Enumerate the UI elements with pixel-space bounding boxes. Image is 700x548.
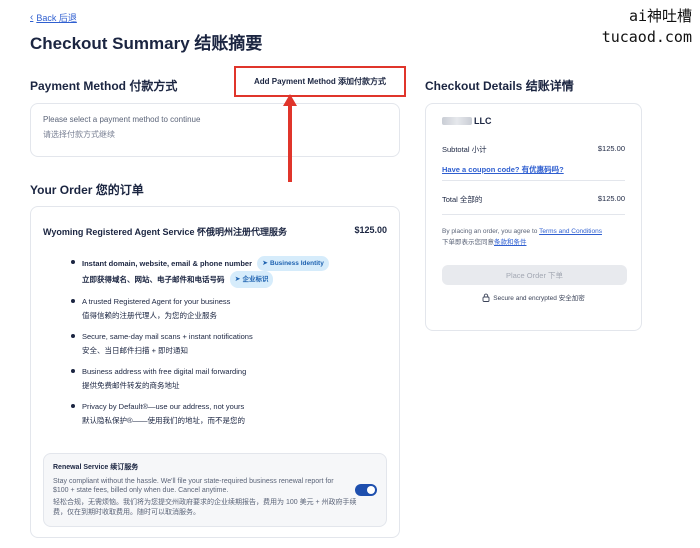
feature-text-zh: 值得信赖的注册代理人，为您的企业服务	[82, 311, 217, 320]
business-identity-badge-zh: ➤ 企业标识	[229, 271, 274, 288]
terms-link-zh[interactable]: 条款和条件	[494, 239, 527, 246]
paper-plane-icon: ➤	[262, 260, 268, 267]
service-price: $125.00	[354, 225, 387, 235]
feature-text-en: Instant domain, website, email & phone n…	[82, 259, 253, 268]
bullet-icon	[71, 334, 75, 338]
total-value: $125.00	[597, 194, 625, 203]
bullet-icon	[71, 260, 75, 264]
feature-list: Instant domain, website, email & phone n…	[71, 256, 387, 428]
payment-prompt-zh: 请选择付款方式继续	[43, 130, 115, 139]
subtotal-value: $125.00	[597, 144, 625, 153]
terms-notice: By placing an order, you agree to Terms …	[442, 228, 602, 246]
back-link-label: Back 后退	[36, 13, 77, 23]
renewal-toggle[interactable]	[355, 484, 377, 496]
paper-plane-icon: ➤	[234, 276, 241, 283]
lock-icon	[482, 293, 490, 302]
feature-text-zh: 立即获得域名、网站、电子邮件和电话号码	[82, 275, 225, 284]
page-title: Checkout Summary 结账摘要	[30, 34, 263, 53]
feature-text-zh: 安全、当日邮件扫描 + 即时通知	[82, 346, 189, 355]
annotation-arrow-icon	[283, 94, 297, 182]
watermark: ai神吐槽 tucaod.com	[602, 6, 692, 48]
renewal-service-box: Renewal Service 续订服务 Stay compliant with…	[43, 453, 387, 527]
feature-item: Instant domain, website, email & phone n…	[71, 256, 387, 288]
total-row: Total 全部的 $125.00	[442, 194, 625, 205]
payment-method-heading: Payment Method 付款方式	[30, 79, 178, 93]
watermark-line-1: ai神吐槽	[628, 7, 692, 25]
total-label: Total 全部的	[442, 195, 483, 204]
service-name: Wyoming Registered Agent Service 怀俄明州注册代…	[43, 227, 288, 237]
feature-text-zh: 默认隐私保护®——使用我们的地址，而不是您的	[82, 416, 246, 425]
feature-text-en: A trusted Registered Agent for your busi…	[82, 297, 231, 306]
secure-label: Secure and encrypted 安全加密	[493, 295, 585, 302]
business-identity-badge: ➤ Business Identity	[257, 256, 329, 271]
add-payment-method-button[interactable]: Add Payment Method 添加付款方式	[234, 66, 406, 97]
checkout-details-heading: Checkout Details 结账详情	[425, 79, 574, 93]
checkout-details-card: LLC Subtotal 小计 $125.00 Have a coupon co…	[425, 103, 642, 331]
feature-text-zh: 提供免费邮件转发的商务地址	[82, 381, 180, 390]
subtotal-label: Subtotal 小计	[442, 145, 487, 154]
order-line: Wyoming Registered Agent Service 怀俄明州注册代…	[43, 225, 387, 238]
bullet-icon	[71, 299, 75, 303]
feature-item: Business address with free digital mail …	[71, 365, 387, 393]
coupon-link[interactable]: Have a coupon code? 有优惠码吗?	[442, 164, 625, 175]
bullet-icon	[71, 369, 75, 373]
payment-prompt-en: Please select a payment method to contin…	[43, 115, 201, 124]
place-order-button[interactable]: Place Order 下单	[442, 265, 627, 285]
company-suffix: LLC	[474, 116, 492, 126]
terms-link[interactable]: Terms and Conditions	[539, 228, 602, 235]
your-order-heading: Your Order 您的订单	[30, 183, 144, 197]
watermark-line-2: tucaod.com	[601, 28, 692, 46]
renewal-description-en: Stay compliant without the hassle. We'll…	[53, 478, 334, 494]
company-name: LLC	[442, 116, 625, 126]
order-card: Wyoming Registered Agent Service 怀俄明州注册代…	[30, 206, 400, 538]
back-link[interactable]: ‹ Back 后退	[30, 11, 77, 24]
feature-text-en: Secure, same-day mail scans + instant no…	[82, 332, 253, 341]
divider	[442, 180, 625, 181]
secure-note: Secure and encrypted 安全加密	[442, 292, 625, 302]
feature-item: Secure, same-day mail scans + instant no…	[71, 330, 387, 358]
redacted-company-name	[442, 117, 472, 125]
feature-text-en: Business address with free digital mail …	[82, 367, 247, 376]
feature-item: Privacy by Default®—use our address, not…	[71, 400, 387, 428]
subtotal-row: Subtotal 小计 $125.00	[442, 144, 625, 155]
toggle-knob	[367, 486, 375, 494]
renewal-title: Renewal Service 续订服务	[53, 464, 139, 471]
payment-method-card: Please select a payment method to contin…	[30, 103, 400, 157]
feature-item: A trusted Registered Agent for your busi…	[71, 295, 387, 323]
chevron-left-icon: ‹	[30, 12, 34, 23]
feature-text-en: Privacy by Default®—use our address, not…	[82, 402, 245, 411]
renewal-description-zh: 轻松合规，无需烦恼。我们将为您提交州政府要求的企业续期报告，费用为 100 美元…	[53, 499, 357, 516]
bullet-icon	[71, 404, 75, 408]
divider	[442, 214, 625, 215]
